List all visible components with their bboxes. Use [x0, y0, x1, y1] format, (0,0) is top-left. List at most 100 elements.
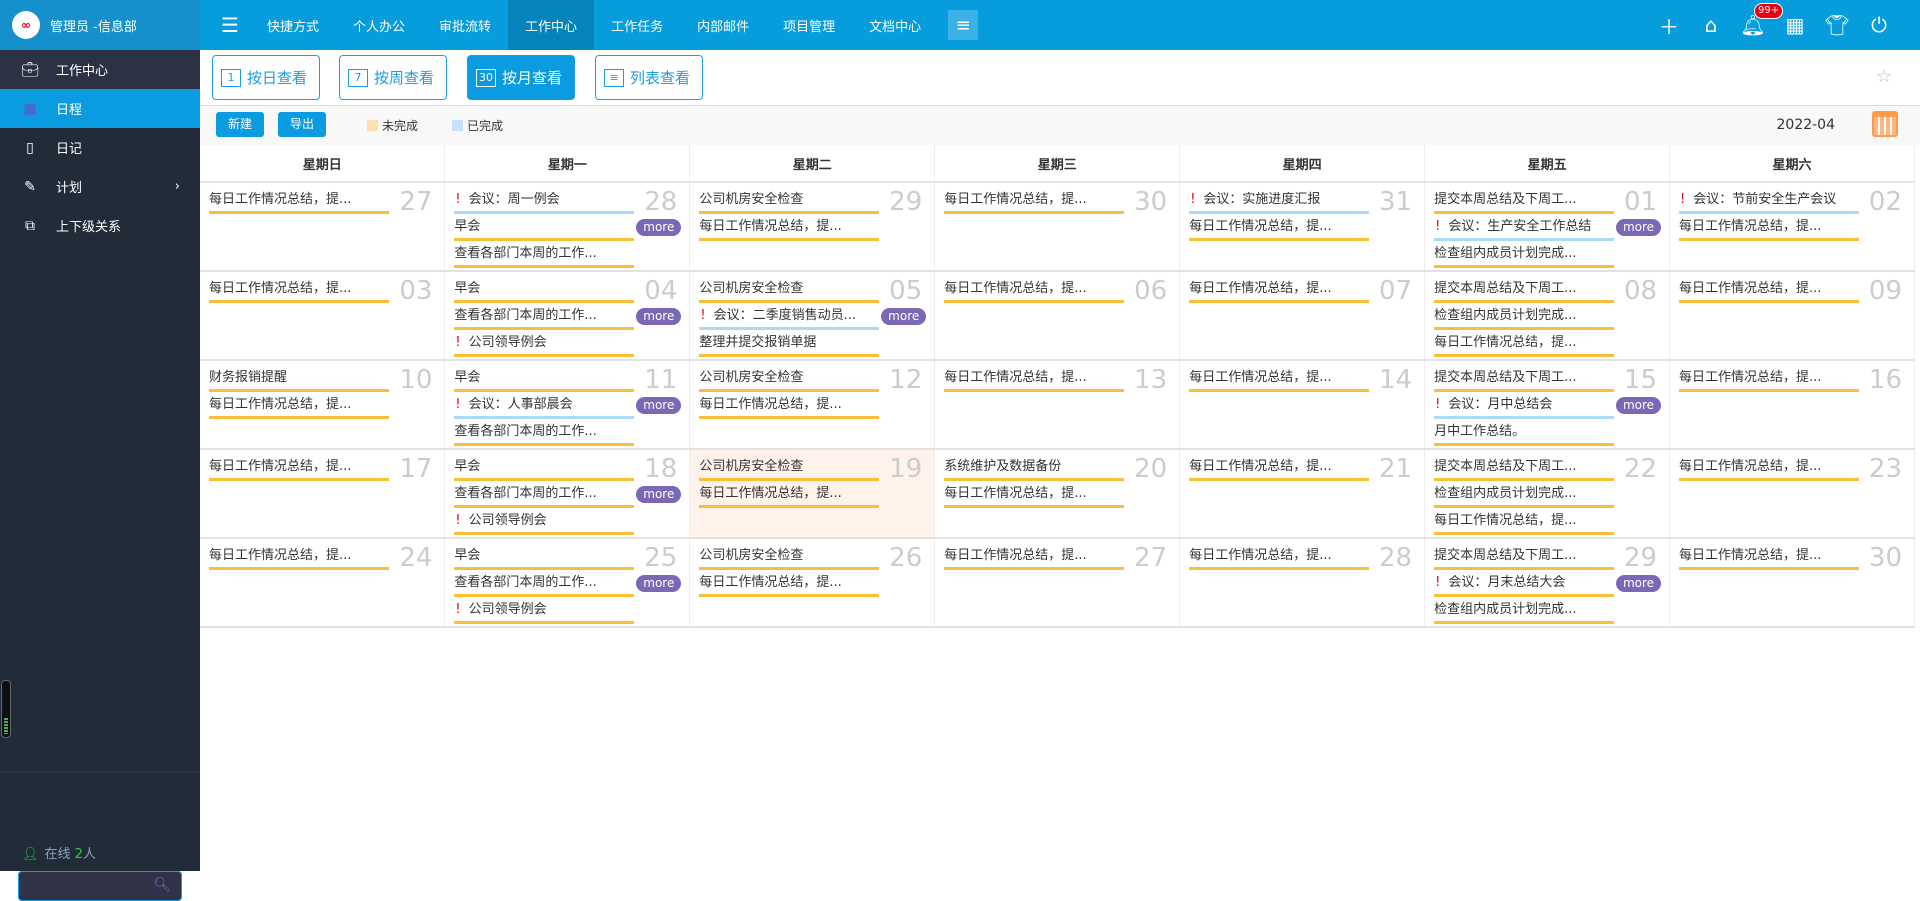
calendar-day-cell[interactable]: 早会 查看各部门本周的工作...! 公司领导例会 25 more — [444, 538, 691, 628]
calendar-event[interactable]: 每日工作情况总结，提... — [699, 483, 880, 508]
calendar-event[interactable]: 早会 — [454, 456, 635, 481]
calendar-day-cell[interactable]: 每日工作情况总结，提... 06 — [934, 271, 1181, 361]
more-button[interactable]: more — [636, 219, 682, 236]
calendar-event[interactable]: 系统维护及数据备份 — [944, 456, 1125, 481]
calendar-event[interactable]: 早会 — [454, 545, 635, 570]
calendar-event[interactable]: 早会 — [454, 367, 635, 392]
calendar-event[interactable]: 公司机房安全检查 — [699, 545, 880, 570]
calendar-event[interactable]: 检查组内成员计划完成... — [1434, 483, 1615, 508]
calendar-event[interactable]: ! 公司领导例会 — [454, 599, 635, 624]
calendar-event[interactable]: 公司机房安全检查 — [699, 189, 880, 214]
calendar-event[interactable]: 查看各部门本周的工作... — [454, 483, 635, 508]
calendar-event[interactable]: ! 会议：人事部晨会 — [454, 394, 635, 419]
calendar-event[interactable]: 每日工作情况总结，提... — [1679, 278, 1860, 303]
calendar-event[interactable]: 提交本周总结及下周工... — [1434, 367, 1615, 392]
calendar-day-cell[interactable]: 早会 查看各部门本周的工作...! 公司领导例会 04 more — [444, 271, 691, 361]
calendar-day-cell[interactable]: 提交本周总结及下周工...! 会议：生产安全工作总结 检查组内成员计划完成... 01… — [1424, 182, 1671, 272]
calendar-event[interactable]: 公司机房安全检查 — [699, 367, 880, 392]
more-button[interactable]: more — [1615, 575, 1662, 592]
nav-item[interactable]: 项目管理 — [766, 0, 852, 50]
view-button[interactable]: 30 按月查看 — [467, 55, 576, 100]
calendar-event[interactable]: 检查组内成员计划完成... — [1434, 599, 1615, 624]
sidebar-search-input[interactable] — [19, 872, 149, 900]
more-button[interactable]: more — [881, 308, 927, 325]
calendar-event[interactable]: 检查组内成员计划完成... — [1434, 243, 1615, 268]
calendar-event[interactable]: 每日工作情况总结，提... — [1679, 367, 1860, 392]
calendar-day-cell[interactable]: 公司机房安全检查 每日工作情况总结，提... 26 — [689, 538, 936, 628]
calendar-event[interactable]: 公司机房安全检查 — [699, 456, 880, 481]
menu-collapse-icon[interactable]: ☰ — [210, 0, 250, 50]
more-button[interactable]: more — [636, 486, 682, 503]
calendar-event[interactable]: 每日工作情况总结，提... — [1434, 332, 1615, 357]
export-button[interactable]: 导出 — [278, 112, 327, 137]
calendar-event[interactable]: ! 会议：生产安全工作总结 — [1434, 216, 1615, 241]
bell-icon[interactable]: 🔔︎ 99+ — [1732, 3, 1784, 37]
calendar-day-cell[interactable]: 每日工作情况总结，提... 09 — [1669, 271, 1915, 361]
calendar-event[interactable]: 查看各部门本周的工作... — [454, 243, 635, 268]
calendar-day-cell[interactable]: 每日工作情况总结，提... 27 — [934, 538, 1181, 628]
calendar-event[interactable]: 每日工作情况总结，提... — [209, 456, 389, 481]
calendar-event[interactable]: 整理并提交报销单据 — [699, 332, 880, 357]
sidebar-item[interactable]: ✎ 计划 › — [0, 167, 200, 206]
calendar-event[interactable]: 早会 — [454, 216, 635, 241]
calendar-day-cell[interactable]: 每日工作情况总结，提... 24 — [200, 538, 446, 628]
nav-item[interactable]: 文档中心 — [852, 0, 938, 50]
calendar-event[interactable]: 月中工作总结。 — [1434, 421, 1615, 446]
calendar-day-cell[interactable]: 公司机房安全检查 每日工作情况总结，提... 12 — [689, 360, 936, 450]
calendar-event[interactable]: 每日工作情况总结，提... — [944, 483, 1125, 508]
calendar-event[interactable]: 早会 — [454, 278, 635, 303]
calendar-event[interactable]: 每日工作情况总结，提... — [1434, 510, 1615, 535]
calendar-event[interactable]: 每日工作情况总结，提... — [944, 367, 1125, 392]
calendar-event[interactable]: 每日工作情况总结，提... — [1189, 456, 1370, 481]
calendar-event[interactable]: 每日工作情况总结，提... — [1189, 367, 1370, 392]
calendar-event[interactable]: 财务报销提醒 — [209, 367, 389, 392]
calendar-day-cell[interactable]: 提交本周总结及下周工... 检查组内成员计划完成... 每日工作情况总结，提... 0… — [1424, 271, 1671, 361]
calendar-day-cell[interactable]: 每日工作情况总结，提... 21 — [1179, 449, 1426, 539]
add-icon[interactable]: ＋ — [1648, 11, 1690, 40]
calendar-day-cell[interactable]: 公司机房安全检查! 会议：二季度销售动员... 整理并提交报销单据 05 more — [689, 271, 936, 361]
more-button[interactable]: more — [1615, 397, 1662, 414]
calendar-day-cell[interactable]: 早会 查看各部门本周的工作...! 公司领导例会 18 more — [444, 449, 691, 539]
calendar-event[interactable]: ! 公司领导例会 — [454, 510, 635, 535]
nav-item[interactable]: 工作任务 — [594, 0, 680, 50]
nav-item[interactable]: 快捷方式 — [250, 0, 336, 50]
calendar-day-cell[interactable]: 每日工作情况总结，提... 17 — [200, 449, 446, 539]
calendar-event[interactable]: ! 会议：二季度销售动员... — [699, 305, 880, 330]
search-icon[interactable]: 🔍︎ — [153, 877, 171, 893]
calendar-day-cell[interactable]: ! 会议：周一例会 早会 查看各部门本周的工作... 28 more — [444, 182, 691, 272]
more-button[interactable]: more — [636, 397, 682, 414]
calendar-event[interactable]: 每日工作情况总结，提... — [944, 545, 1125, 570]
calendar-event[interactable]: 每日工作情况总结，提... — [1189, 216, 1370, 241]
calendar-event[interactable]: ! 会议：月末总结大会 — [1434, 572, 1615, 597]
more-button[interactable]: more — [636, 575, 682, 592]
power-icon[interactable]: ⏻ — [1858, 13, 1900, 37]
calendar-event[interactable]: 每日工作情况总结，提... — [699, 216, 880, 241]
calendar-day-cell[interactable]: 每日工作情况总结，提... 13 — [934, 360, 1181, 450]
calendar-event[interactable]: 每日工作情况总结，提... — [944, 278, 1125, 303]
calendar-day-cell[interactable]: 早会! 会议：人事部晨会 查看各部门本周的工作... 11 more — [444, 360, 691, 450]
calendar-day-cell[interactable]: 提交本周总结及下周工... 检查组内成员计划完成... 每日工作情况总结，提... 2… — [1424, 449, 1671, 539]
calendar-day-cell[interactable]: ! 会议：实施进度汇报 每日工作情况总结，提... 31 — [1179, 182, 1426, 272]
calendar-day-cell[interactable]: 公司机房安全检查 每日工作情况总结，提... 29 — [689, 182, 936, 272]
calendar-day-cell[interactable]: 每日工作情况总结，提... 14 — [1179, 360, 1426, 450]
calendar-event[interactable]: 提交本周总结及下周工... — [1434, 189, 1615, 214]
calendar-day-cell[interactable]: 每日工作情况总结，提... 03 — [200, 271, 446, 361]
calendar-event[interactable]: 查看各部门本周的工作... — [454, 421, 635, 446]
calendar-event[interactable]: 每日工作情况总结，提... — [1679, 216, 1860, 241]
calendar-day-cell[interactable]: 每日工作情况总结，提... 27 — [200, 182, 446, 272]
apps-icon[interactable]: ▦ — [1774, 13, 1816, 37]
nav-item[interactable]: 工作中心 — [508, 0, 595, 50]
calendar-event[interactable]: ! 公司领导例会 — [454, 332, 635, 357]
calendar-day-cell[interactable]: 每日工作情况总结，提... 07 — [1179, 271, 1426, 361]
calendar-event[interactable]: ! 会议：节前安全生产会议 — [1679, 189, 1860, 214]
nav-item[interactable]: 内部邮件 — [680, 0, 766, 50]
nav-item[interactable]: 个人办公 — [336, 0, 422, 50]
calendar-event[interactable]: ! 会议：周一例会 — [454, 189, 635, 214]
more-button[interactable]: more — [636, 308, 682, 325]
calendar-day-cell[interactable]: 每日工作情况总结，提... 30 — [1669, 538, 1915, 628]
calendar-event[interactable]: 每日工作情况总结，提... — [1679, 545, 1860, 570]
calendar-day-cell[interactable]: 每日工作情况总结，提... 23 — [1669, 449, 1915, 539]
home-icon[interactable]: ⌂ — [1690, 13, 1732, 37]
sidebar-item[interactable]: ▯ 日记 — [0, 128, 200, 167]
view-button[interactable]: 7 按周查看 — [339, 55, 448, 100]
